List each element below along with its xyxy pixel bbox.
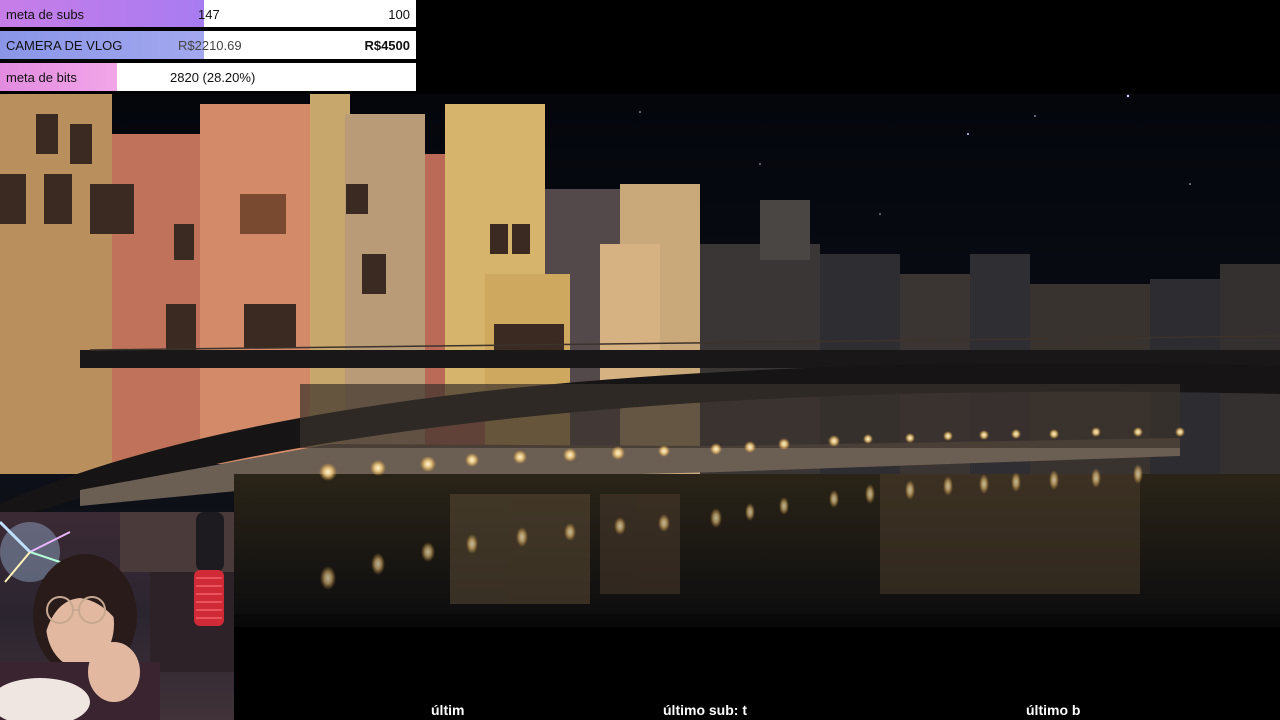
microphone (194, 512, 224, 626)
subs-goal-current: 147 (198, 7, 220, 22)
camera-goal-current: R$2210.69 (178, 38, 242, 53)
camera-goal-label: CAMERA DE VLOG (6, 38, 123, 53)
bits-goal-label: meta de bits (6, 70, 77, 85)
camera-goal-target: R$4500 (364, 38, 410, 53)
webcam-feed (0, 512, 234, 720)
subs-goal-label: meta de subs (6, 7, 85, 22)
ticker-last-bits: último b (1026, 702, 1081, 718)
subs-goal-target: 100 (388, 7, 410, 22)
bits-goal-current: 2820 (28.20%) (170, 70, 256, 85)
subs-goal-bar: meta de subs 147 100 (0, 0, 416, 27)
camera-goal-bar: CAMERA DE VLOG R$2210.69 R$4500 (0, 31, 416, 59)
ticker-item-1: últim (431, 702, 465, 718)
ticker-last-sub: último sub: t (663, 702, 747, 718)
bits-goal-bar: meta de bits 2820 (28.20%) (0, 63, 416, 91)
streamer-cam (0, 512, 234, 720)
